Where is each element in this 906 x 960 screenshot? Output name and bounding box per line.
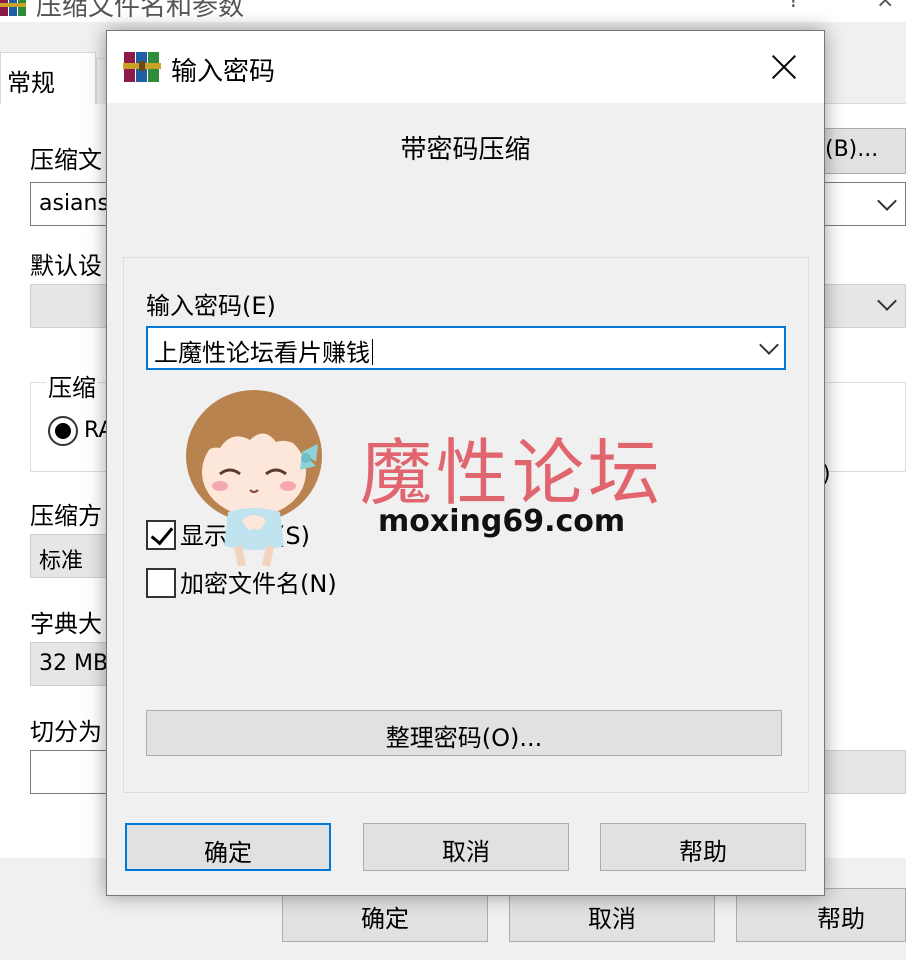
show-password-label[interactable]: 显示密码(S) [180, 516, 310, 551]
dialog-title: 输入密码 [171, 57, 276, 87]
close-icon[interactable] [759, 43, 811, 89]
browse-button[interactable]: (B)... [824, 128, 906, 174]
format-group-label: 压缩 [46, 368, 98, 403]
dialog-heading: 带密码压缩 [400, 135, 531, 165]
method-combo[interactable]: 标准 [30, 534, 110, 578]
password-input[interactable]: 上魔性论坛看片赚钱 [146, 326, 786, 370]
text-caret [372, 339, 373, 365]
background-help-button[interactable]: 帮助 [736, 888, 906, 942]
split-label: 切分为 [30, 718, 102, 746]
dictionary-label: 字典大 [30, 610, 102, 638]
background-cancel-button[interactable]: 取消 [509, 888, 715, 942]
password-panel: 输入密码(E) 上魔性论坛看片赚钱 显示密码(S) 加密文件名(N) 整理密码(… [123, 257, 809, 793]
close-icon[interactable]: × [876, 0, 894, 13]
method-label: 压缩方 [30, 502, 102, 530]
archive-name-label: 压缩文 [30, 146, 102, 174]
cancel-button[interactable]: 取消 [363, 823, 569, 871]
winrar-icon [0, 0, 26, 16]
password-dialog: 输入密码 带密码压缩 输入密码(E) 上魔性论坛看片赚钱 显示密码(S) 加密文… [106, 30, 825, 896]
organize-passwords-button[interactable]: 整理密码(O)... [146, 710, 782, 756]
tab-general[interactable]: 常规 [0, 52, 96, 104]
split-field[interactable] [30, 750, 110, 794]
split-unit-combo[interactable] [824, 750, 906, 794]
password-value: 上魔性论坛看片赚钱 [154, 339, 370, 367]
show-password-checkbox[interactable] [146, 520, 176, 550]
encrypt-filenames-checkbox[interactable] [146, 568, 176, 598]
help-button[interactable]: 帮助 [600, 823, 806, 871]
password-label: 输入密码(E) [146, 292, 276, 320]
background-ok-button[interactable]: 确定 [282, 888, 488, 942]
default-settings-label: 默认设 [30, 252, 102, 280]
encrypt-filenames-label[interactable]: 加密文件名(N) [180, 564, 337, 599]
winrar-icon [123, 52, 161, 82]
dictionary-combo[interactable]: 32 MB [30, 642, 110, 686]
ok-button[interactable]: 确定 [125, 823, 331, 871]
chevron-down-icon[interactable] [759, 335, 779, 355]
help-icon[interactable]: ? [788, 0, 800, 13]
format-rar-radio[interactable] [48, 416, 78, 446]
background-window-title: 压缩文件名和参数 [36, 0, 245, 22]
